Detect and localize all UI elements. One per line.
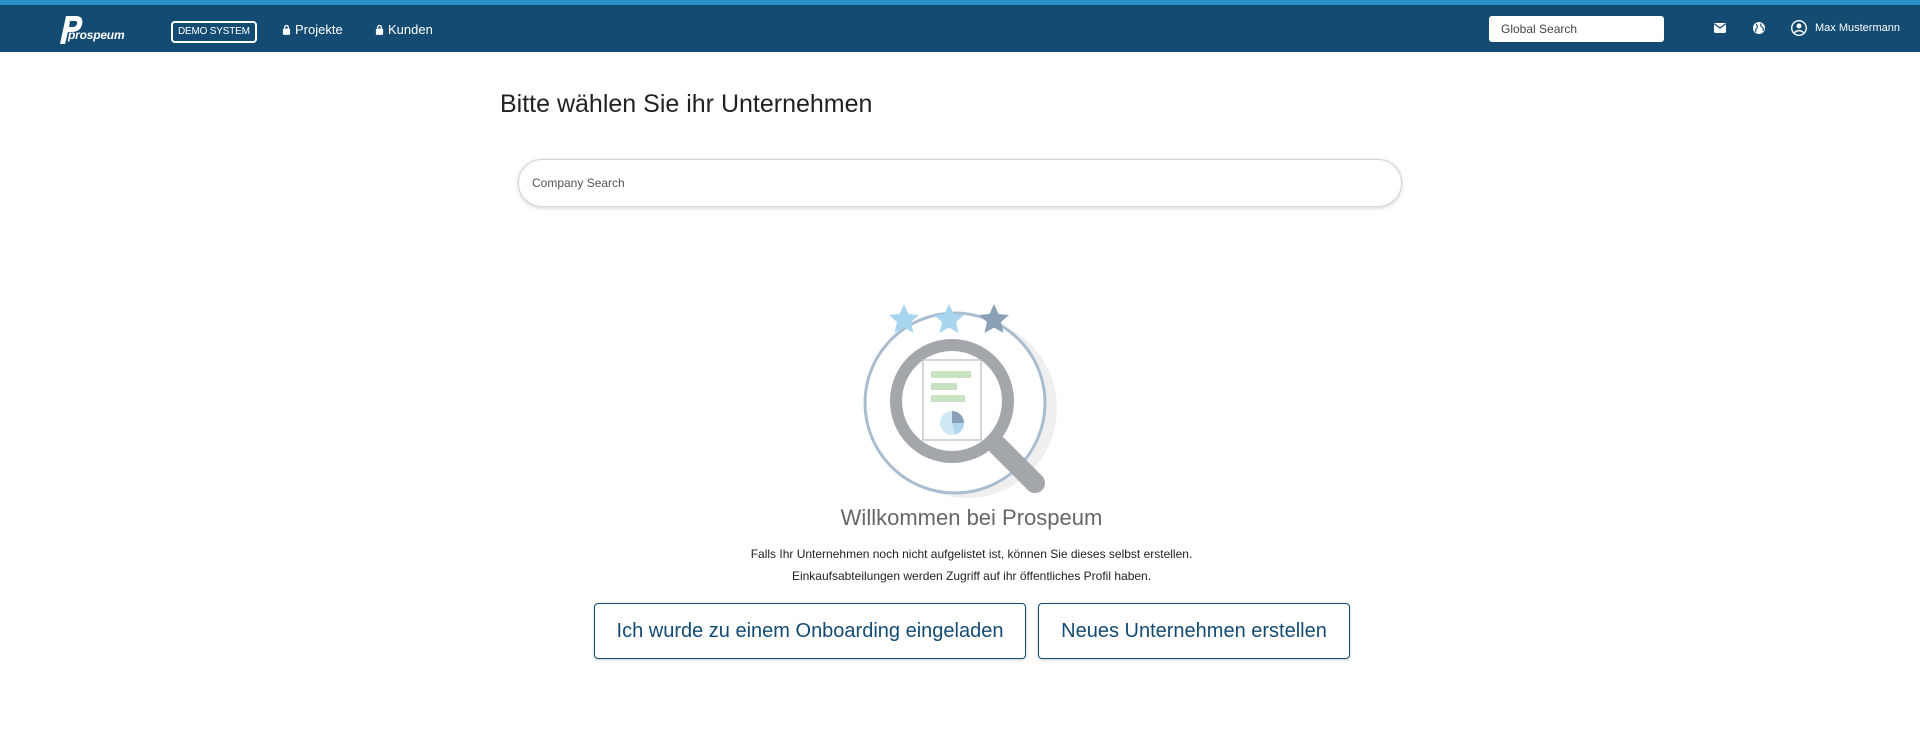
top-navbar: prospeum DEMO SYSTEM Projekte Kunden Max… xyxy=(0,5,1920,52)
company-search-input[interactable] xyxy=(518,159,1402,207)
nav-projekte-label: Projekte xyxy=(295,22,343,37)
welcome-heading: Willkommen bei Prospeum xyxy=(840,505,1103,530)
nav-kunden[interactable]: Kunden xyxy=(375,22,433,37)
info-text-line-2: Einkaufsabteilungen werden Zugriff auf i… xyxy=(791,569,1152,583)
global-search-input[interactable] xyxy=(1489,16,1664,42)
user-avatar-icon xyxy=(1790,19,1808,37)
info-text-line-1: Falls Ihr Unternehmen noch nicht aufgeli… xyxy=(750,547,1193,561)
user-name: Max Mustermann xyxy=(1815,22,1900,34)
mail-icon[interactable] xyxy=(1711,19,1729,37)
page-title: Bitte wählen Sie ihr Unternehmen xyxy=(500,90,873,118)
demo-system-badge[interactable]: DEMO SYSTEM xyxy=(171,21,257,43)
nav-kunden-label: Kunden xyxy=(388,22,433,37)
prospeum-logo[interactable]: prospeum xyxy=(56,14,126,46)
onboarding-invite-button[interactable]: Ich wurde zu einem Onboarding eingeladen xyxy=(594,603,1026,659)
lock-icon xyxy=(282,24,291,35)
lock-icon xyxy=(375,24,384,35)
user-menu[interactable]: Max Mustermann xyxy=(1790,19,1900,37)
create-company-button[interactable]: Neues Unternehmen erstellen xyxy=(1038,603,1350,659)
magnifier-document-illustration xyxy=(863,304,1057,498)
logo-text: prospeum xyxy=(68,28,125,42)
nav-projekte[interactable]: Projekte xyxy=(282,22,343,37)
globe-icon[interactable] xyxy=(1750,19,1768,37)
